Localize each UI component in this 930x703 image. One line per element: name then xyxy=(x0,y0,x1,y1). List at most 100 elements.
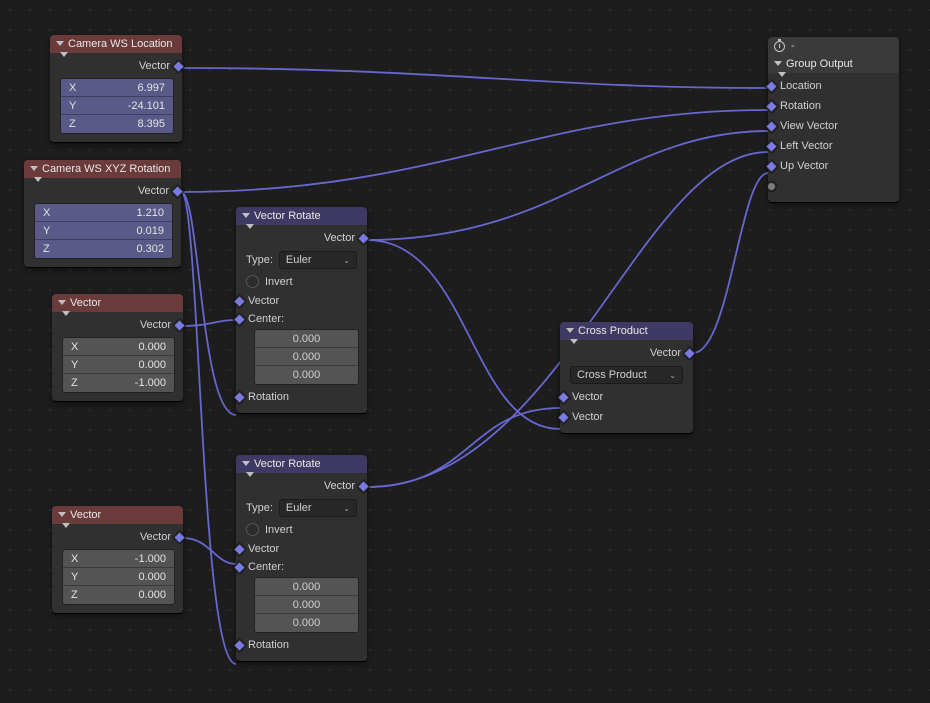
value[interactable]: 0.000 xyxy=(293,369,321,381)
value[interactable]: 0.000 xyxy=(293,617,321,629)
input-socket-vector[interactable]: Vector xyxy=(240,539,363,559)
socket-icon[interactable] xyxy=(233,313,246,326)
node-vector-rotate-1[interactable]: Vector Rotate Vector Type: Euler ⌄ Inver… xyxy=(236,207,367,414)
input-socket-location[interactable]: Location xyxy=(772,76,895,96)
socket-icon[interactable] xyxy=(233,391,246,404)
invert-checkbox[interactable] xyxy=(246,275,259,288)
node-header[interactable]: Camera WS XYZ Rotation xyxy=(24,160,181,178)
type-select[interactable]: Euler ⌄ xyxy=(279,251,357,269)
value-z[interactable]: -1.000 xyxy=(135,377,166,389)
value-y[interactable]: 0.000 xyxy=(138,571,166,583)
axis-y: Y xyxy=(71,571,78,583)
socket-label: Vector xyxy=(324,232,355,244)
output-socket-vector[interactable]: Vector xyxy=(564,343,689,363)
invert-checkbox[interactable] xyxy=(246,523,259,536)
output-socket-vector[interactable]: Vector xyxy=(56,315,179,335)
input-socket-center[interactable]: Center: xyxy=(240,559,363,575)
output-socket-vector[interactable]: Vector xyxy=(240,476,363,496)
input-socket-vector[interactable]: Vector xyxy=(240,291,363,311)
socket-icon[interactable] xyxy=(357,232,370,245)
input-socket-rotation[interactable]: Rotation xyxy=(240,635,363,655)
value[interactable]: 0.000 xyxy=(293,351,321,363)
socket-icon[interactable] xyxy=(233,639,246,652)
socket-icon[interactable] xyxy=(557,391,570,404)
vector-xyz-field[interactable]: X1.210 Y0.019 Z0.302 xyxy=(34,203,173,259)
node-header[interactable]: Group Output xyxy=(768,55,899,73)
socket-icon[interactable] xyxy=(767,182,776,191)
socket-icon[interactable] xyxy=(765,140,778,153)
input-socket-vector-b[interactable]: Vector xyxy=(564,407,689,427)
value-z[interactable]: 0.000 xyxy=(138,589,166,601)
value-x[interactable]: 1.210 xyxy=(136,207,164,219)
socket-icon[interactable] xyxy=(683,347,696,360)
socket-label: Rotation xyxy=(780,100,821,112)
prop-invert[interactable]: Invert xyxy=(240,272,363,291)
node-header[interactable]: Vector Rotate xyxy=(236,207,367,225)
node-vector-b[interactable]: Vector Vector X-1.000 Y0.000 Z0.000 xyxy=(52,506,183,614)
node-header[interactable]: Vector Rotate xyxy=(236,455,367,473)
input-socket-center[interactable]: Center: xyxy=(240,311,363,327)
node-topbar[interactable]: - xyxy=(768,37,899,55)
socket-icon[interactable] xyxy=(765,80,778,93)
type-select[interactable]: Euler ⌄ xyxy=(279,499,357,517)
socket-icon[interactable] xyxy=(233,543,246,556)
node-group-output[interactable]: - Group Output Location Rotation View Ve… xyxy=(768,37,899,203)
value-x[interactable]: 6.997 xyxy=(137,82,165,94)
input-socket-rotation[interactable]: Rotation xyxy=(772,96,895,116)
output-socket-vector[interactable]: Vector xyxy=(54,56,178,76)
center-xyz-field[interactable]: 0.000 0.000 0.000 xyxy=(254,329,359,385)
node-header[interactable]: Camera WS Location xyxy=(50,35,182,53)
node-vector-rotate-2[interactable]: Vector Rotate Vector Type: Euler ⌄ Inver… xyxy=(236,455,367,662)
vector-xyz-field[interactable]: X0.000 Y0.000 Z-1.000 xyxy=(62,337,175,393)
node-header[interactable]: Vector xyxy=(52,294,183,312)
type-value: Euler xyxy=(286,502,312,514)
input-socket-view-vector[interactable]: View Vector xyxy=(772,116,895,136)
socket-icon[interactable] xyxy=(765,100,778,113)
socket-label: Vector xyxy=(324,480,355,492)
output-socket-vector[interactable]: Vector xyxy=(240,228,363,248)
node-cross-product[interactable]: Cross Product Vector Cross Product ⌄ Vec… xyxy=(560,322,693,434)
socket-icon[interactable] xyxy=(171,185,184,198)
value[interactable]: 0.000 xyxy=(293,333,321,345)
output-socket-vector[interactable]: Vector xyxy=(28,181,177,201)
socket-icon[interactable] xyxy=(357,480,370,493)
node-vector-a[interactable]: Vector Vector X0.000 Y0.000 Z-1.000 xyxy=(52,294,183,402)
socket-icon[interactable] xyxy=(233,295,246,308)
socket-icon[interactable] xyxy=(173,319,186,332)
socket-icon[interactable] xyxy=(557,411,570,424)
value-x[interactable]: -1.000 xyxy=(135,553,166,565)
value-x[interactable]: 0.000 xyxy=(138,341,166,353)
value[interactable]: 0.000 xyxy=(293,581,321,593)
value[interactable]: 0.000 xyxy=(293,599,321,611)
input-socket-up-vector[interactable]: Up Vector xyxy=(772,156,895,176)
output-socket-vector[interactable]: Vector xyxy=(56,527,179,547)
vector-xyz-field[interactable]: X-1.000 Y0.000 Z0.000 xyxy=(62,549,175,605)
socket-icon[interactable] xyxy=(765,160,778,173)
operation-select[interactable]: Cross Product ⌄ xyxy=(570,366,683,384)
vector-xyz-field[interactable]: X6.997 Y-24.101 Z8.395 xyxy=(60,78,174,134)
input-socket-virtual[interactable] xyxy=(772,176,895,196)
value-y[interactable]: 0.019 xyxy=(136,225,164,237)
node-title: Camera WS XYZ Rotation xyxy=(42,160,170,178)
input-socket-left-vector[interactable]: Left Vector xyxy=(772,136,895,156)
axis-z: Z xyxy=(43,243,50,255)
value-z[interactable]: 0.302 xyxy=(136,243,164,255)
input-socket-rotation[interactable]: Rotation xyxy=(240,387,363,407)
prop-invert[interactable]: Invert xyxy=(240,520,363,539)
node-camera-ws-location[interactable]: Camera WS Location Vector X6.997 Y-24.10… xyxy=(50,35,182,143)
value-z[interactable]: 8.395 xyxy=(137,118,165,130)
socket-icon[interactable] xyxy=(765,120,778,133)
socket-label: Vector xyxy=(572,411,603,423)
node-header[interactable]: Cross Product xyxy=(560,322,693,340)
socket-label: View Vector xyxy=(780,120,838,132)
node-camera-ws-xyz-rotation[interactable]: Camera WS XYZ Rotation Vector X1.210 Y0.… xyxy=(24,160,181,268)
socket-label: Left Vector xyxy=(780,140,833,152)
input-socket-vector-a[interactable]: Vector xyxy=(564,387,689,407)
center-xyz-field[interactable]: 0.000 0.000 0.000 xyxy=(254,577,359,633)
node-header[interactable]: Vector xyxy=(52,506,183,524)
socket-icon[interactable] xyxy=(233,561,246,574)
value-y[interactable]: 0.000 xyxy=(138,359,166,371)
value-y[interactable]: -24.101 xyxy=(128,100,165,112)
socket-icon[interactable] xyxy=(173,531,186,544)
socket-icon[interactable] xyxy=(172,60,185,73)
